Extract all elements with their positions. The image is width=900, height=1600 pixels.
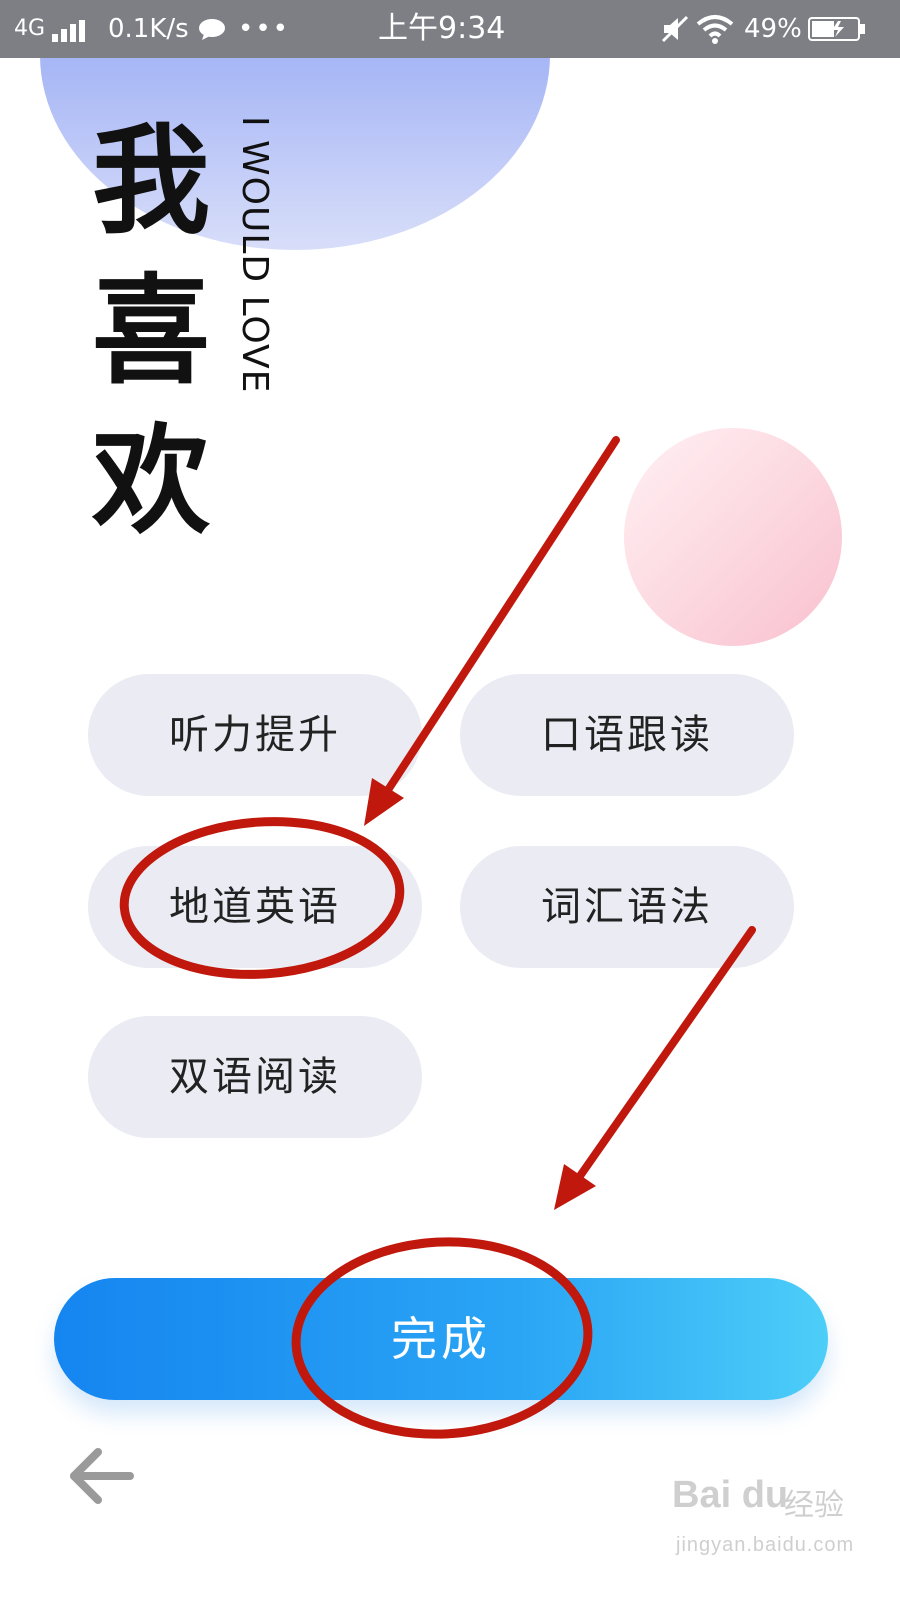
title-char: 欢 [92,412,211,550]
option-vocab-grammar[interactable]: 词汇语法 [460,846,794,968]
decorative-pink-circle [624,428,842,646]
mute-icon [661,15,689,43]
back-arrow-icon [70,1448,134,1504]
option-speaking[interactable]: 口语跟读 [460,674,794,796]
chat-icon [199,19,225,40]
title-char: 喜 [92,262,211,400]
title-char: 我 [92,112,211,250]
battery-icon [808,17,865,41]
option-bilingual-reading[interactable]: 双语阅读 [88,1016,422,1138]
status-bar: 4G 0.1K/s ••• 上午9:34 49% [0,0,900,58]
signal-icon [52,20,92,42]
annotation-arrow-head [554,1164,596,1210]
network-speed: 0.1K/s [108,14,189,44]
page-subtitle: I WOULD LOVE [234,116,275,394]
watermark: Bai du 经验 jingyan.baidu.com [672,1470,872,1580]
page-title: 我 喜 欢 [92,106,222,556]
clock: 上午9:34 [378,11,506,46]
option-authentic-english[interactable]: 地道英语 [88,846,422,968]
network-type: 4G [14,16,46,41]
wifi-icon [696,15,734,44]
done-button[interactable]: 完成 [54,1278,828,1400]
battery-percent: 49% [744,14,802,44]
back-button[interactable] [66,1446,138,1506]
option-listening[interactable]: 听力提升 [88,674,422,796]
watermark-text: 经验 [784,1488,844,1523]
watermark-url: jingyan.baidu.com [676,1534,855,1556]
watermark-logo: Bai du [672,1474,789,1516]
more-dots: ••• [238,14,291,44]
